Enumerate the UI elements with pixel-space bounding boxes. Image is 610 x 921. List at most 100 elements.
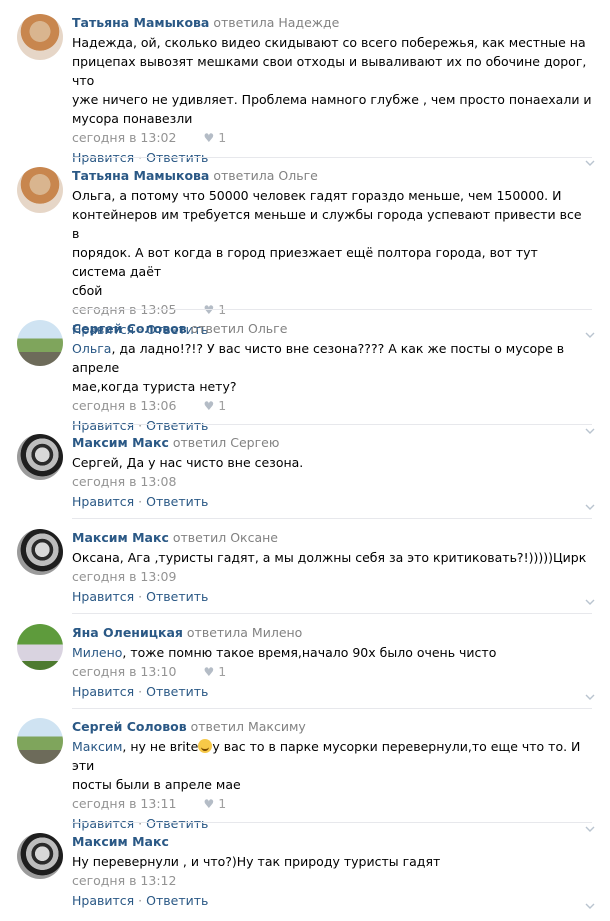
comment-text: Милено, тоже помню такое время,начало 90… xyxy=(72,645,497,660)
reply-button[interactable]: Ответить xyxy=(146,589,208,604)
divider xyxy=(72,309,592,310)
comment-text: Надежда, ой, сколько видео скидывают со … xyxy=(72,33,592,128)
comment-time[interactable]: сегодня в 13:12 xyxy=(72,873,176,888)
text-line: прицепах вывозят мешками свои отходы и в… xyxy=(72,54,587,88)
like-button[interactable]: Нравится xyxy=(72,494,134,509)
like-button[interactable]: Нравится xyxy=(72,893,134,908)
divider xyxy=(72,822,592,823)
chevron-down-icon[interactable] xyxy=(584,596,596,608)
comment-time[interactable]: сегодня в 13:02 xyxy=(72,130,176,145)
comment: Яна Оленицкая ответила Милено Милено, то… xyxy=(0,624,610,704)
comment: Татьяна Мамыкова ответила Надежде Надежд… xyxy=(0,14,610,166)
text-line: контейнеров им требуется меньше и службы… xyxy=(72,207,582,241)
heart-icon: ♥ xyxy=(203,303,215,317)
separator-dot: · xyxy=(138,684,143,699)
reply-to-label[interactable]: ответил Ольге xyxy=(191,321,288,336)
comment: Максим Макс ответил Оксане Оксана, Ага ,… xyxy=(0,529,610,609)
mention-link[interactable]: Ольга xyxy=(72,341,111,356)
text-line: Ольга, да ладно!?!? У вас чисто вне сезо… xyxy=(72,341,565,375)
reply-to-label[interactable]: ответила Милено xyxy=(187,625,302,640)
comment-text: Ольга, да ладно!?!? У вас чисто вне сезо… xyxy=(72,339,592,396)
comment-author[interactable]: Максим Макс xyxy=(72,530,169,545)
like-button[interactable]: Нравится xyxy=(72,684,134,699)
divider xyxy=(72,518,592,519)
avatar[interactable] xyxy=(17,167,63,213)
text-line: посты были в апреле мае xyxy=(72,777,241,792)
avatar[interactable] xyxy=(17,529,63,575)
comment: Сергей Соловов ответил Максиму Максим, н… xyxy=(0,718,610,832)
comment: Сергей Соловов ответил Ольге Ольга, да л… xyxy=(0,320,610,434)
comment: Максим Макс Ну перевернули , и что?)Ну т… xyxy=(0,833,610,913)
comment: Татьяна Мамыкова ответила Ольге Ольга, а… xyxy=(0,167,610,338)
comment-author[interactable]: Яна Оленицкая xyxy=(72,625,183,640)
chevron-down-icon[interactable] xyxy=(584,691,596,703)
reply-button[interactable]: Ответить xyxy=(146,893,208,908)
smiling-emoji-icon xyxy=(198,739,213,753)
reply-button[interactable]: Ответить xyxy=(146,418,208,433)
chevron-down-icon[interactable] xyxy=(584,900,596,912)
comment-time[interactable]: сегодня в 13:09 xyxy=(72,569,176,584)
comment-text: Ольга, а потому что 50000 человек гадят … xyxy=(72,186,592,300)
separator-dot: · xyxy=(138,494,143,509)
like-button[interactable]: Нравится xyxy=(72,418,134,433)
avatar[interactable] xyxy=(17,320,63,366)
separator-dot: · xyxy=(138,589,143,604)
mention-link[interactable]: Милено xyxy=(72,645,122,660)
comment-text: Ну перевернули , и что?)Ну так природу т… xyxy=(72,854,441,869)
text-line: уже ничего не удивляет. Проблема намного… xyxy=(72,92,592,107)
comment-author[interactable]: Татьяна Мамыкова xyxy=(72,168,209,183)
like-count[interactable]: ♥1 xyxy=(203,796,226,811)
avatar[interactable] xyxy=(17,624,63,670)
comment-author[interactable]: Максим Макс xyxy=(72,435,169,450)
heart-icon: ♥ xyxy=(203,797,215,811)
avatar[interactable] xyxy=(17,718,63,764)
text-line: Ольга, а потому что 50000 человек гадят … xyxy=(72,188,562,203)
heart-icon: ♥ xyxy=(203,665,215,679)
like-button[interactable]: Нравится xyxy=(72,589,134,604)
text-line: мусора понавезли xyxy=(72,111,193,126)
like-count[interactable]: ♥1 xyxy=(203,664,226,679)
separator-dot: · xyxy=(138,418,143,433)
comment-text: Сергей, Да у нас чисто вне сезона. xyxy=(72,455,304,470)
heart-icon: ♥ xyxy=(203,131,215,145)
divider xyxy=(72,157,592,158)
comment-text: Максим, ну не вrite у вас то в парке мусо… xyxy=(72,737,592,794)
divider xyxy=(72,613,592,614)
reply-to-label[interactable]: ответила Надежде xyxy=(213,15,339,30)
text-line: Надежда, ой, сколько видео скидывают со … xyxy=(72,35,586,50)
chevron-down-icon[interactable] xyxy=(584,501,596,513)
text-line: сбой xyxy=(72,283,103,298)
reply-button[interactable]: Ответить xyxy=(146,684,208,699)
like-button[interactable]: Нравится xyxy=(72,816,134,831)
comment-author[interactable]: Максим Макс xyxy=(72,834,169,849)
avatar[interactable] xyxy=(17,14,63,60)
reply-button[interactable]: Ответить xyxy=(146,816,208,831)
like-count[interactable]: ♥1 xyxy=(203,398,226,413)
like-count[interactable]: ♥1 xyxy=(203,130,226,145)
text-line: порядок. А вот когда в город приезжает е… xyxy=(72,245,538,279)
avatar[interactable] xyxy=(17,833,63,879)
comment-time[interactable]: сегодня в 13:08 xyxy=(72,474,176,489)
divider xyxy=(72,424,592,425)
comment-author[interactable]: Сергей Соловов xyxy=(72,719,187,734)
reply-to-label[interactable]: ответил Сергею xyxy=(173,435,280,450)
comment-time[interactable]: сегодня в 13:10 xyxy=(72,664,176,679)
heart-icon: ♥ xyxy=(203,399,215,413)
mention-link[interactable]: Максим xyxy=(72,739,122,754)
comment: Максим Макс ответил Сергею Сергей, Да у … xyxy=(0,434,610,514)
comment-author[interactable]: Татьяна Мамыкова xyxy=(72,15,209,30)
avatar[interactable] xyxy=(17,434,63,480)
reply-button[interactable]: Ответить xyxy=(146,494,208,509)
text-line: мае,когда туриста нету? xyxy=(72,379,237,394)
comment-text: Оксана, Ага ,туристы гадят, а мы должны … xyxy=(72,550,587,565)
separator-dot: · xyxy=(138,816,143,831)
divider xyxy=(72,708,592,709)
comment-time[interactable]: сегодня в 13:11 xyxy=(72,796,176,811)
comment-time[interactable]: сегодня в 13:06 xyxy=(72,398,176,413)
separator-dot: · xyxy=(138,893,143,908)
reply-to-label[interactable]: ответил Оксане xyxy=(173,530,278,545)
text-line: Максим, ну не вrite у вас то в парке мусо… xyxy=(72,739,581,773)
comment-author[interactable]: Сергей Соловов xyxy=(72,321,187,336)
reply-to-label[interactable]: ответила Ольге xyxy=(213,168,317,183)
reply-to-label[interactable]: ответил Максиму xyxy=(191,719,306,734)
